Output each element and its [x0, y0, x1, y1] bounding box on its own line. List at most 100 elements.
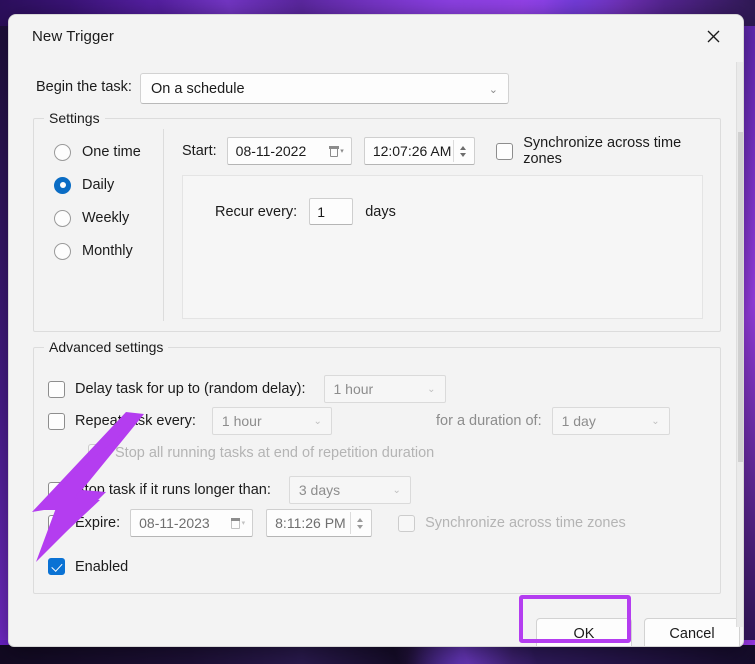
duration-label: for a duration of:	[436, 413, 542, 429]
spinner-up-icon[interactable]	[357, 517, 364, 522]
expire-date-value: 08-11-2023	[139, 515, 210, 531]
radio-icon	[54, 143, 71, 161]
checkbox-icon	[88, 444, 105, 461]
calendar-icon[interactable]: ▾	[329, 145, 344, 158]
delay-task-label: Delay task for up to (random delay):	[75, 381, 306, 397]
delay-duration-dropdown[interactable]: 1 hour ⌄	[323, 375, 446, 403]
start-time-input[interactable]: 12:07:26 AM	[363, 137, 476, 165]
ok-button[interactable]: OK	[536, 618, 632, 646]
cancel-button-label: Cancel	[669, 626, 715, 642]
advanced-group-title: Advanced settings	[44, 339, 169, 355]
enabled-row: Enabled	[48, 558, 128, 575]
start-row: Start: 08-11-2022 ▾ 12:07:26 AM Synchron…	[182, 135, 720, 167]
ok-button-label: OK	[573, 626, 595, 642]
checkbox-icon	[48, 514, 65, 532]
recur-value-input[interactable]: 1	[309, 198, 354, 225]
begin-task-dropdown[interactable]: On a schedule ⌄	[140, 73, 509, 104]
advanced-settings-group: Advanced settings Delay task for up to (…	[33, 339, 721, 594]
radio-monthly[interactable]: Monthly	[54, 236, 141, 266]
stop-all-tasks-checkbox[interactable]: Stop all running tasks at end of repetit…	[88, 444, 434, 461]
close-x-icon	[707, 30, 719, 42]
new-trigger-dialog: New Trigger Begin the task: On a schedul…	[8, 14, 744, 647]
radio-selected-icon	[54, 176, 71, 194]
begin-task-value: On a schedule	[151, 80, 245, 97]
delay-task-checkbox[interactable]: Delay task for up to (random delay):	[48, 380, 306, 398]
radio-label: Daily	[82, 177, 115, 193]
chevron-down-icon: ⌄	[427, 384, 436, 395]
expire-label: Expire:	[75, 515, 121, 531]
repeat-interval-dropdown[interactable]: 1 hour ⌄	[211, 407, 332, 435]
settings-vertical-divider	[163, 129, 164, 321]
close-icon[interactable]	[691, 19, 735, 53]
radio-icon	[54, 209, 71, 227]
stop-all-tasks-row: Stop all running tasks at end of repetit…	[88, 444, 434, 461]
daily-settings-panel: Recur every: 1 days	[182, 175, 703, 319]
recur-row: Recur every: 1 days	[215, 198, 396, 225]
radio-icon	[54, 242, 71, 260]
start-date-input[interactable]: 08-11-2022 ▾	[226, 137, 352, 165]
expire-time-value: 8:11:26 PM	[275, 515, 346, 531]
enabled-label: Enabled	[75, 558, 129, 575]
radio-weekly[interactable]: Weekly	[54, 203, 141, 233]
duration-dropdown[interactable]: 1 day ⌄	[551, 407, 670, 435]
calendar-icon[interactable]: ▾	[230, 517, 245, 530]
duration-row: for a duration of: 1 day ⌄	[436, 407, 670, 435]
scrollbar-thumb[interactable]	[738, 132, 743, 462]
stop-task-label: Stop task if it runs longer than:	[75, 482, 271, 498]
settings-group: Settings One time Daily Weekly Monthly S…	[33, 110, 721, 332]
repeat-task-row: Repeat task every: 1 hour ⌄	[48, 407, 332, 435]
stop-task-duration-dropdown[interactable]: 3 days ⌄	[288, 476, 411, 504]
recur-unit-label: days	[365, 203, 396, 220]
vertical-scrollbar[interactable]	[736, 62, 743, 627]
expire-date-input[interactable]: 08-11-2023 ▾	[130, 509, 254, 537]
chevron-down-icon: ⌄	[313, 416, 322, 427]
expire-time-input[interactable]: 8:11:26 PM	[266, 509, 373, 537]
checkbox-icon	[398, 514, 416, 532]
enabled-checkbox[interactable]: Enabled	[48, 558, 128, 575]
dialog-titlebar: New Trigger	[9, 15, 743, 59]
start-time-value: 12:07:26 AM	[372, 143, 452, 159]
expire-checkbox[interactable]: Expire:	[48, 514, 121, 532]
stop-task-checkbox[interactable]: Stop task if it runs longer than:	[48, 481, 271, 499]
duration-value: 1 day	[561, 413, 596, 429]
repeat-task-label: Repeat task every:	[75, 413, 196, 429]
spinner-down-icon[interactable]	[357, 524, 364, 529]
radio-daily[interactable]: Daily	[54, 170, 141, 200]
sync-timezones-label: Synchronize across time zones	[523, 135, 682, 167]
radio-one-time[interactable]: One time	[54, 137, 141, 167]
repeat-interval-value: 1 hour	[221, 413, 262, 429]
schedule-type-radiogroup: One time Daily Weekly Monthly	[54, 137, 141, 269]
recur-label: Recur every:	[215, 203, 298, 220]
radio-label: Monthly	[82, 243, 133, 259]
settings-group-title: Settings	[44, 110, 105, 126]
repeat-task-checkbox[interactable]: Repeat task every:	[48, 412, 196, 430]
chevron-down-icon: ⌄	[488, 84, 498, 96]
delay-task-row: Delay task for up to (random delay): 1 h…	[48, 375, 446, 403]
spinner-down-icon[interactable]	[460, 152, 467, 157]
spinner-up-icon[interactable]	[460, 145, 467, 150]
expire-row: Expire: 08-11-2023 ▾ 8:11:26 PM Synchron…	[48, 509, 626, 537]
dialog-title: New Trigger	[32, 28, 114, 45]
checkbox-checked-icon	[48, 558, 65, 575]
checkbox-icon	[48, 481, 65, 499]
expire-sync-label: Synchronize across time zones	[425, 515, 626, 531]
radio-label: One time	[82, 144, 141, 160]
time-spinner[interactable]	[453, 140, 472, 162]
chevron-down-icon: ⌄	[392, 485, 401, 496]
start-date-value: 08-11-2022	[235, 143, 307, 159]
checkbox-icon	[48, 412, 65, 430]
stop-task-duration-value: 3 days	[298, 482, 341, 498]
time-spinner[interactable]	[350, 512, 369, 534]
begin-task-label: Begin the task:	[36, 79, 132, 95]
radio-label: Weekly	[82, 210, 130, 226]
delay-duration-value: 1 hour	[333, 381, 374, 397]
start-label: Start:	[182, 143, 217, 159]
checkbox-icon	[48, 380, 65, 398]
chevron-down-icon: ⌄	[651, 416, 660, 427]
sync-timezones-checkbox[interactable]: Synchronize across time zones	[496, 135, 720, 167]
expire-sync-timezones-checkbox[interactable]: Synchronize across time zones	[398, 514, 626, 532]
stop-all-tasks-label: Stop all running tasks at end of repetit…	[115, 444, 435, 461]
cancel-button[interactable]: Cancel	[644, 618, 740, 646]
checkbox-icon	[496, 142, 514, 160]
stop-task-row: Stop task if it runs longer than: 3 days…	[48, 476, 411, 504]
